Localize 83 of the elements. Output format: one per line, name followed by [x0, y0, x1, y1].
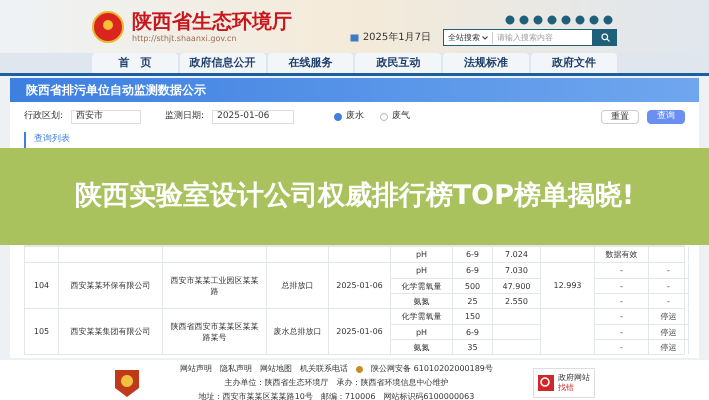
table-cell: 2025-01-06 — [336, 326, 383, 337]
table-cell-text: 西安市某某工业园区某某路 — [170, 274, 260, 296]
party-emblem-icon — [114, 368, 140, 398]
headline-text: 陕西实验室设计公司权威排行榜TOP榜单揭晓! — [74, 179, 634, 214]
table-cell: 化学需氧量 — [402, 311, 442, 322]
table-cell: - — [620, 280, 623, 292]
table-cell: 停运 — [660, 326, 676, 338]
error-report-badge[interactable]: 政府网站 找错 — [532, 368, 595, 398]
nav-tab[interactable]: 法规标准 — [443, 53, 530, 73]
table-cell: 12.993 — [554, 280, 582, 291]
table-cell: 6-9 — [466, 326, 480, 338]
table-cell: 氨氮 — [414, 342, 430, 352]
table-cell: 104 — [34, 280, 50, 291]
date-field[interactable]: 2025-01-06 — [212, 110, 294, 124]
footer-sponsor: 主办单位：陕西省生态环境厅 承办：陕西省环境信息中心维护 — [224, 377, 448, 389]
table-cell: 停运 — [660, 311, 676, 322]
table-cell: pH — [416, 249, 428, 260]
magnifier-icon — [538, 375, 554, 391]
table-cell: - — [667, 280, 670, 292]
filter-label: 监测日期: — [165, 110, 204, 124]
filter-label: 行政区划: — [24, 110, 64, 124]
beian-number: 陕公网安备 61010202000189号 — [371, 363, 493, 375]
current-date: 2025年1月7日 — [362, 31, 431, 45]
table-cell: 化学需氧量 — [402, 280, 442, 292]
table-cell-text: 陕西省西安市某某区某某路某号 — [170, 320, 260, 342]
radio-button[interactable] — [334, 113, 342, 121]
table-cell: 105 — [34, 326, 50, 337]
table-cell: pH — [416, 326, 428, 338]
radio-label: 废气 — [392, 110, 410, 124]
table-cell: - — [620, 342, 623, 352]
table-cell: - — [667, 296, 670, 306]
table-cell: 2.550 — [505, 296, 528, 306]
table-cell: 35 — [467, 342, 478, 352]
table-cell: - — [620, 296, 623, 306]
radio-button[interactable] — [380, 113, 388, 121]
nav-tab[interactable]: 首 页 — [92, 53, 178, 73]
table-cell: 7.024 — [505, 249, 528, 260]
table-cell: 6-9 — [466, 265, 480, 276]
table-cell: 7.030 — [505, 265, 528, 276]
table-cell: 西安某某集团有限公司 — [70, 326, 150, 337]
table-cell: 西安某某环保有限公司 — [70, 280, 150, 291]
region-select[interactable]: 西安市 — [71, 110, 142, 124]
page-title: 陕西省排污单位自动监测数据公示 — [26, 82, 206, 99]
search-button[interactable] — [593, 29, 617, 46]
table-cell: 25 — [467, 296, 478, 306]
table-cell: - — [620, 265, 623, 276]
table-cell: 废水总排放口 — [274, 326, 322, 337]
footer-link[interactable]: 隐私声明 — [220, 363, 252, 375]
site-url: http://sthjt.shaanxi.gov.cn — [132, 32, 238, 44]
search-icon — [600, 33, 610, 42]
emblem-icon — [92, 10, 124, 42]
table-cell: 6-9 — [466, 249, 480, 260]
footer-link[interactable]: 网站地图 — [260, 363, 292, 375]
search-scope-select[interactable]: 全站搜索 — [444, 32, 493, 44]
table-cell: 47.900 — [502, 280, 530, 292]
table-cell: 总排放口 — [282, 280, 314, 291]
radio-label: 废水 — [346, 110, 364, 124]
table-cell: 2025-01-06 — [336, 280, 383, 291]
nav-tab[interactable]: 政府文件 — [531, 53, 617, 73]
footer-link[interactable]: 网站声明 — [180, 363, 212, 375]
table-cell: 数据有效 — [606, 249, 638, 260]
list-title: 查询列表 — [34, 133, 70, 146]
badge-text: 找错 — [558, 383, 575, 393]
table-cell: 停运 — [660, 342, 676, 352]
site-title: 陕西省生态环境厅 — [132, 8, 292, 32]
search-field[interactable]: 全站搜索 请输入搜索内容 — [443, 29, 593, 46]
table-cell: 氨氮 — [414, 296, 430, 306]
calendar-icon — [350, 33, 359, 42]
reset-button[interactable]: 重置 — [601, 110, 639, 124]
police-badge-icon — [356, 366, 364, 372]
footer-address: 地址：西安市某某区某某路10号 邮编：710006 网站标识码6100000063 — [198, 391, 474, 400]
chevron-down-icon — [482, 36, 488, 40]
table-cell: pH — [416, 265, 428, 276]
table-cell: - — [620, 326, 623, 338]
table-cell: 150 — [464, 311, 480, 322]
nav-tab[interactable]: 政民互动 — [355, 53, 442, 73]
badge-text: 政府网站 — [558, 373, 590, 383]
nav-tab[interactable]: 在线服务 — [268, 53, 354, 73]
table-cell: - — [667, 265, 670, 276]
table-cell: - — [620, 311, 623, 322]
table-cell: 500 — [464, 280, 480, 292]
footer-link[interactable]: 机关联系电话 — [300, 363, 348, 375]
nav-tab[interactable]: 政府信息公开 — [180, 53, 266, 73]
